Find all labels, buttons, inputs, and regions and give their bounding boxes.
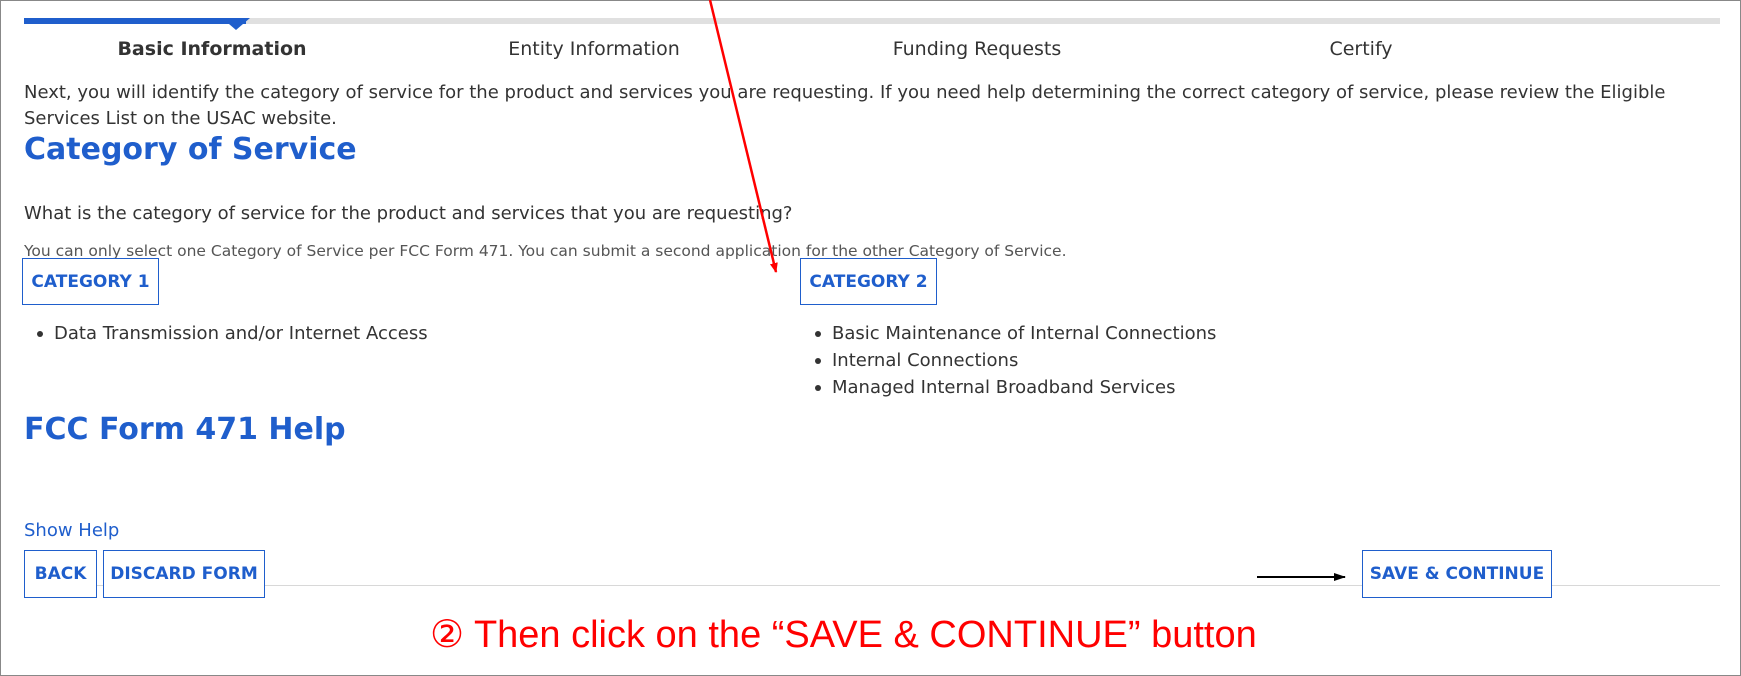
discard-form-button[interactable]: DISCARD FORM	[103, 550, 265, 598]
step-basic-information: Basic Information	[117, 38, 307, 60]
help-heading: FCC Form 471 Help	[24, 412, 346, 447]
category-2-list: Basic Maintenance of Internal Connection…	[808, 320, 1216, 401]
step-certify: Certify	[1329, 38, 1393, 60]
progress-pointer-icon	[222, 18, 250, 30]
progress-fill	[24, 18, 246, 24]
list-item: Data Transmission and/or Internet Access	[30, 320, 428, 347]
list-item: Internal Connections	[808, 347, 1216, 374]
intro-text: Next, you will identify the category of …	[24, 82, 1666, 129]
step-entity-information: Entity Information	[508, 38, 680, 60]
step-funding-requests: Funding Requests	[892, 38, 1062, 60]
back-button[interactable]: BACK	[24, 550, 97, 598]
category-of-service-heading: Category of Service	[24, 132, 357, 167]
list-item: Managed Internal Broadband Services	[808, 374, 1216, 401]
category-1-button[interactable]: CATEGORY 1	[22, 258, 159, 305]
show-help-link[interactable]: Show Help	[24, 520, 119, 541]
category-question: What is the category of service for the …	[24, 203, 793, 224]
list-item: Basic Maintenance of Internal Connection…	[808, 320, 1216, 347]
category-2-button[interactable]: CATEGORY 2	[800, 258, 937, 305]
save-continue-button[interactable]: SAVE & CONTINUE	[1362, 550, 1552, 598]
category-1-list: Data Transmission and/or Internet Access	[30, 320, 428, 347]
instruction-annotation: ② Then click on the “SAVE & CONTINUE” bu…	[430, 614, 1257, 656]
progress-track	[24, 18, 1720, 24]
